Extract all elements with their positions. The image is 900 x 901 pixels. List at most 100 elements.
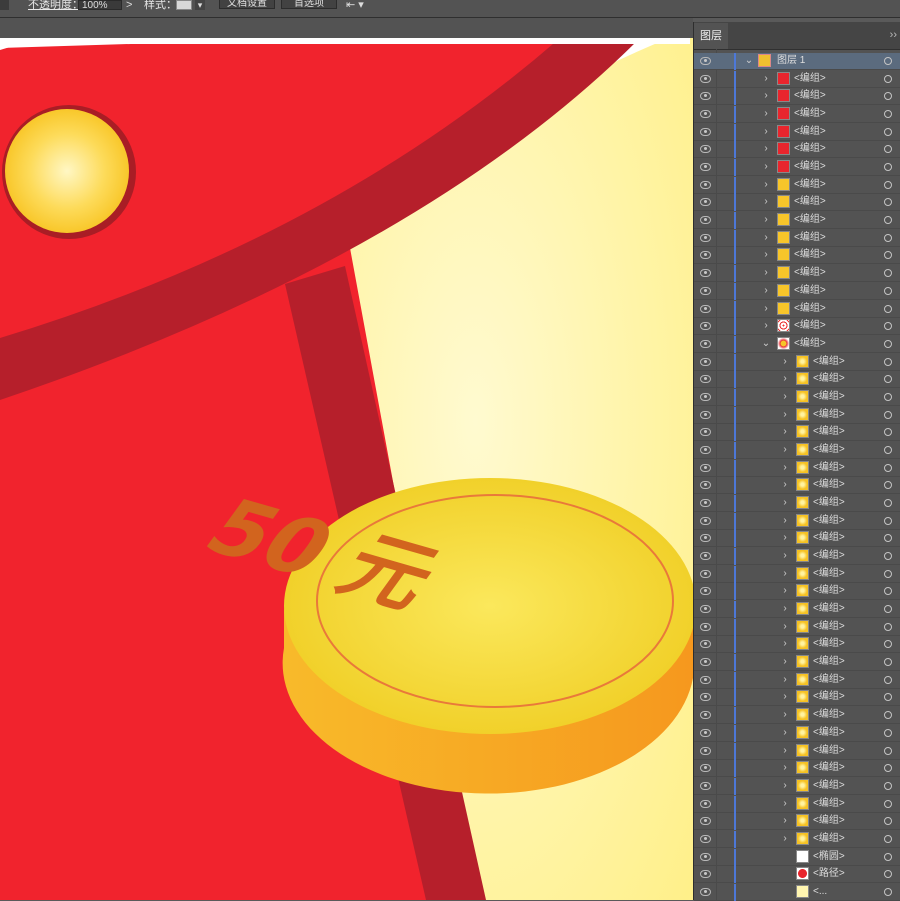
expand-chevron-icon[interactable]: › <box>761 89 771 103</box>
visibility-eye-icon[interactable] <box>700 834 711 843</box>
document-setup-button[interactable]: 文档设置 <box>219 0 275 9</box>
layer-name[interactable]: <路径> <box>813 868 845 880</box>
layer-row[interactable]: › <编组> <box>694 724 900 742</box>
layer-row[interactable]: › <编组> <box>694 70 900 88</box>
layer-name[interactable]: <编组> <box>794 249 826 261</box>
visibility-eye-icon[interactable] <box>700 216 711 225</box>
expand-chevron-icon[interactable]: › <box>761 142 771 156</box>
expand-chevron-icon[interactable]: › <box>780 443 790 457</box>
layer-name[interactable]: <编组> <box>794 161 826 173</box>
target-circle-icon[interactable] <box>884 764 892 773</box>
expand-chevron-icon[interactable]: › <box>761 107 771 121</box>
layer-name[interactable]: <编组> <box>813 373 845 385</box>
layer-row[interactable]: › <编组> <box>694 229 900 247</box>
visibility-eye-icon[interactable] <box>700 322 711 331</box>
visibility-eye-icon[interactable] <box>700 764 711 773</box>
visibility-eye-icon[interactable] <box>700 711 711 720</box>
visibility-eye-icon[interactable] <box>700 870 711 879</box>
target-circle-icon[interactable] <box>884 127 892 136</box>
layer-name[interactable]: <编组> <box>813 833 845 845</box>
target-circle-icon[interactable] <box>884 887 892 896</box>
layer-row[interactable]: › <编组> <box>694 618 900 636</box>
target-circle-icon[interactable] <box>884 286 892 295</box>
layer-row[interactable]: › <编组> <box>694 424 900 442</box>
expand-chevron-icon[interactable]: › <box>780 461 790 475</box>
expand-chevron-icon[interactable]: › <box>780 355 790 369</box>
layer-name[interactable]: <编组> <box>813 691 845 703</box>
expand-chevron-icon[interactable]: › <box>780 496 790 510</box>
layer-row[interactable]: › <编组> <box>694 760 900 778</box>
target-circle-icon[interactable] <box>884 675 892 684</box>
target-circle-icon[interactable] <box>884 269 892 278</box>
visibility-eye-icon[interactable] <box>700 92 711 101</box>
layer-name[interactable]: 图层 1 <box>777 55 805 67</box>
visibility-eye-icon[interactable] <box>700 658 711 667</box>
layer-row[interactable]: › <编组> <box>694 477 900 495</box>
layer-row[interactable]: › <编组> <box>694 830 900 848</box>
layer-name[interactable]: <编组> <box>794 90 826 102</box>
layer-name[interactable]: <编组> <box>794 267 826 279</box>
target-circle-icon[interactable] <box>884 357 892 366</box>
layer-row[interactable]: › <编组> <box>694 371 900 389</box>
visibility-eye-icon[interactable] <box>700 357 711 366</box>
visibility-eye-icon[interactable] <box>700 163 711 172</box>
visibility-eye-icon[interactable] <box>700 605 711 614</box>
expand-chevron-icon[interactable]: › <box>761 302 771 316</box>
layer-name[interactable]: <编组> <box>813 621 845 633</box>
target-circle-icon[interactable] <box>884 781 892 790</box>
target-circle-icon[interactable] <box>884 57 892 65</box>
target-circle-icon[interactable] <box>884 375 892 384</box>
opacity-input[interactable]: 100% <box>78 0 122 10</box>
layer-name[interactable]: <编组> <box>813 479 845 491</box>
target-circle-icon[interactable] <box>884 92 892 101</box>
target-circle-icon[interactable] <box>884 817 892 826</box>
layer-row[interactable]: › <编组> <box>694 176 900 194</box>
expand-chevron-icon[interactable]: › <box>780 602 790 616</box>
target-circle-icon[interactable] <box>884 74 892 83</box>
layer-name[interactable]: <编组> <box>813 709 845 721</box>
layer-name[interactable]: <编组> <box>813 674 845 686</box>
target-circle-icon[interactable] <box>884 534 892 543</box>
target-circle-icon[interactable] <box>884 693 892 702</box>
layer-name[interactable]: <编组> <box>813 356 845 368</box>
target-circle-icon[interactable] <box>884 180 892 189</box>
expand-chevron-icon[interactable]: › <box>780 425 790 439</box>
visibility-eye-icon[interactable] <box>700 445 711 454</box>
expand-chevron-icon[interactable]: › <box>780 655 790 669</box>
visibility-eye-icon[interactable] <box>700 145 711 154</box>
visibility-eye-icon[interactable] <box>700 799 711 808</box>
expand-chevron-icon[interactable]: › <box>761 319 771 333</box>
expand-chevron-icon[interactable]: › <box>780 637 790 651</box>
expand-chevron-icon[interactable]: › <box>780 514 790 528</box>
target-circle-icon[interactable] <box>884 198 892 207</box>
layer-name[interactable]: <编组> <box>813 745 845 757</box>
visibility-eye-icon[interactable] <box>700 74 711 83</box>
visibility-eye-icon[interactable] <box>700 339 711 348</box>
expand-chevron-icon[interactable]: › <box>780 797 790 811</box>
target-circle-icon[interactable] <box>884 499 892 507</box>
visibility-eye-icon[interactable] <box>700 269 711 278</box>
layer-name[interactable]: <... <box>813 886 827 898</box>
layer-name[interactable]: <编组> <box>813 815 845 827</box>
target-circle-icon[interactable] <box>884 322 892 331</box>
layer-name[interactable]: <编组> <box>813 762 845 774</box>
layer-row[interactable]: › <编组> <box>694 106 900 124</box>
target-circle-icon[interactable] <box>884 463 892 472</box>
layer-name[interactable]: <编组> <box>813 444 845 456</box>
expand-chevron-icon[interactable]: › <box>780 478 790 492</box>
expand-chevron-icon[interactable]: › <box>780 567 790 581</box>
layer-name[interactable]: <编组> <box>813 550 845 562</box>
layer-row[interactable]: › <编组> <box>694 388 900 406</box>
layer-row[interactable]: <椭圆> <box>694 848 900 866</box>
expand-chevron-icon[interactable]: › <box>761 72 771 86</box>
layer-row[interactable]: › <编组> <box>694 689 900 707</box>
target-circle-icon[interactable] <box>884 251 892 260</box>
expand-chevron-icon[interactable]: › <box>780 708 790 722</box>
target-circle-icon[interactable] <box>884 410 892 419</box>
expand-chevron-icon[interactable]: › <box>780 673 790 687</box>
layer-name[interactable]: <编组> <box>813 462 845 474</box>
expand-chevron-icon[interactable]: › <box>761 160 771 174</box>
layer-name[interactable]: <编组> <box>813 585 845 597</box>
visibility-eye-icon[interactable] <box>700 569 711 578</box>
target-circle-icon[interactable] <box>884 163 892 172</box>
